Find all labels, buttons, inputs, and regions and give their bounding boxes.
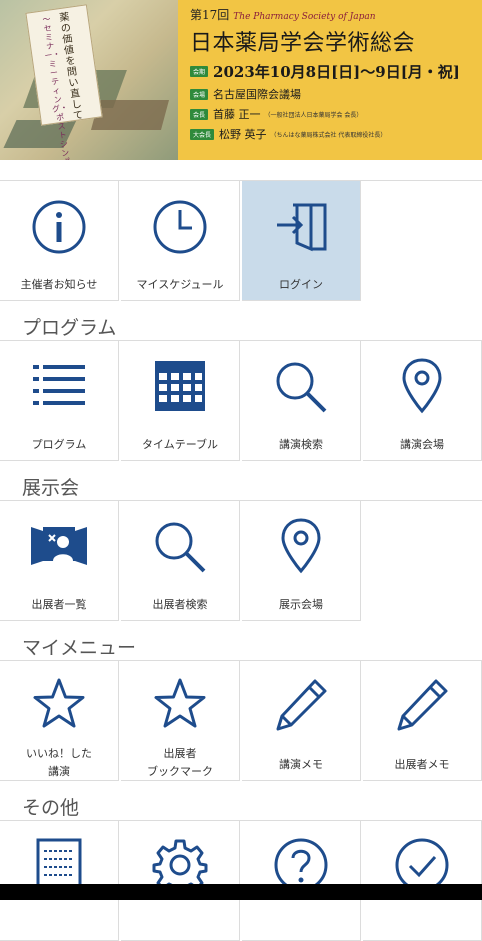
banner-president-row: 大会長 松野 英子 （ちんはな薬局株式会社 代表取締役社長）: [190, 126, 480, 142]
tile-label-line1: いいね！した: [26, 747, 92, 760]
tile-exhibitor-search[interactable]: 出展者検索: [121, 501, 240, 621]
tile-label: 出展者検索: [152, 598, 208, 611]
tile-label: 展示会場: [279, 598, 323, 611]
system-navigation-bar: [0, 884, 482, 900]
banner-info: 第17回 The Pharmacy Society of Japan 日本薬局学会…: [190, 6, 480, 142]
info-icon: [32, 200, 86, 254]
tile-label: 出展者一覧: [31, 598, 87, 611]
tile-other-help[interactable]: [242, 821, 361, 941]
pencil-icon: [276, 679, 327, 731]
login-icon: [277, 203, 327, 252]
tile-lecture-venue[interactable]: 講演会場: [363, 341, 482, 461]
search-icon: [276, 362, 327, 413]
chair-tag: 会長: [190, 108, 209, 120]
tile-lecture-memo[interactable]: 講演メモ: [242, 661, 361, 781]
tile-other-document[interactable]: [0, 821, 119, 941]
tile-timetable[interactable]: タイムテーブル: [121, 341, 240, 461]
event-banner: 薬の価値を問い直して 〜セミナー・ミーティング・ポストシンポジウム・アジェンダ〜…: [0, 0, 482, 160]
tile-label: マイスケジュール: [136, 278, 224, 291]
tile-label: タイムテーブル: [141, 438, 219, 451]
date-tag: 会期: [190, 66, 209, 77]
tile-exhibitor-memo[interactable]: 出展者メモ: [363, 661, 482, 781]
president-tag: 大会長: [190, 128, 215, 140]
banner-president: 松野 英子: [219, 128, 267, 141]
tile-label-line2: 講演: [48, 765, 70, 778]
clock-icon: [153, 200, 207, 254]
banner-artwork: 薬の価値を問い直して 〜セミナー・ミーティング・ポストシンポジウム・アジェンダ〜: [0, 0, 178, 160]
pencil-icon: [397, 679, 448, 731]
list-icon: [33, 365, 85, 405]
banner-date-row: 会期 2023年10月8日[日]〜9日[月・祝]: [190, 61, 480, 82]
banner-venue-row: 会場 名古屋国際会議場: [190, 86, 480, 102]
tile-label-line1: 出展者: [163, 747, 197, 760]
tile-label: 出展者メモ: [394, 758, 450, 771]
tile-label: 講演メモ: [279, 758, 323, 771]
tile-organizer-news[interactable]: 主催者お知らせ: [0, 181, 119, 301]
section-title-mymenu: マイメニュー: [22, 637, 137, 659]
banner-title: 日本薬局学会学術総会: [190, 31, 416, 56]
section-title-other: その他: [22, 797, 80, 819]
tile-label: プログラム: [31, 438, 87, 451]
tile-liked-lectures[interactable]: いいね！した 講演: [0, 661, 119, 781]
tile-label: 主催者お知らせ: [20, 278, 98, 291]
tile-program[interactable]: プログラム: [0, 341, 119, 461]
tile-label: ログイン: [279, 278, 323, 291]
tile-lecture-search[interactable]: 講演検索: [242, 341, 361, 461]
map-pin-icon: [402, 358, 442, 414]
tile-label: 講演検索: [279, 438, 323, 451]
banner-date: 2023年10月8日[日]〜9日[月・祝]: [213, 63, 460, 81]
banner-venue: 名古屋国際会議場: [213, 88, 302, 101]
calendar-grid-icon: [155, 361, 205, 411]
section-title-program: プログラム: [22, 317, 117, 339]
map-pin-icon: [281, 518, 321, 574]
tile-label-line2: ブックマーク: [147, 765, 213, 778]
tile-my-schedule[interactable]: マイスケジュール: [121, 181, 240, 301]
banner-edition: 第17回 The Pharmacy Society of Japan: [190, 8, 376, 22]
star-icon: [154, 678, 206, 728]
banner-chair-row: 会長 首藤 正一 （一般社団法人日本薬局学会 会長）: [190, 106, 480, 122]
tile-label: 講演会場: [400, 438, 444, 451]
tile-other-check[interactable]: [363, 821, 482, 941]
society-english: The Pharmacy Society of Japan: [233, 12, 376, 22]
exhibitor-booth-icon: [31, 527, 87, 565]
tile-login[interactable]: ログイン: [242, 181, 361, 301]
banner-president-note: （ちんはな薬局株式会社 代表取締役社長）: [270, 131, 387, 139]
search-icon: [155, 522, 206, 573]
tile-exhibitor-list[interactable]: 出展者一覧: [0, 501, 119, 621]
banner-chair-note: （一般社団法人日本薬局学会 会長）: [264, 111, 363, 119]
banner-chair: 首藤 正一: [213, 108, 261, 121]
tile-other-settings[interactable]: [121, 821, 240, 941]
tile-exhibitor-bookmarks[interactable]: 出展者 ブックマーク: [121, 661, 240, 781]
section-title-exhibit: 展示会: [22, 477, 80, 499]
tile-exhibit-venue[interactable]: 展示会場: [242, 501, 361, 621]
venue-tag: 会場: [190, 88, 209, 100]
star-icon: [33, 678, 85, 728]
